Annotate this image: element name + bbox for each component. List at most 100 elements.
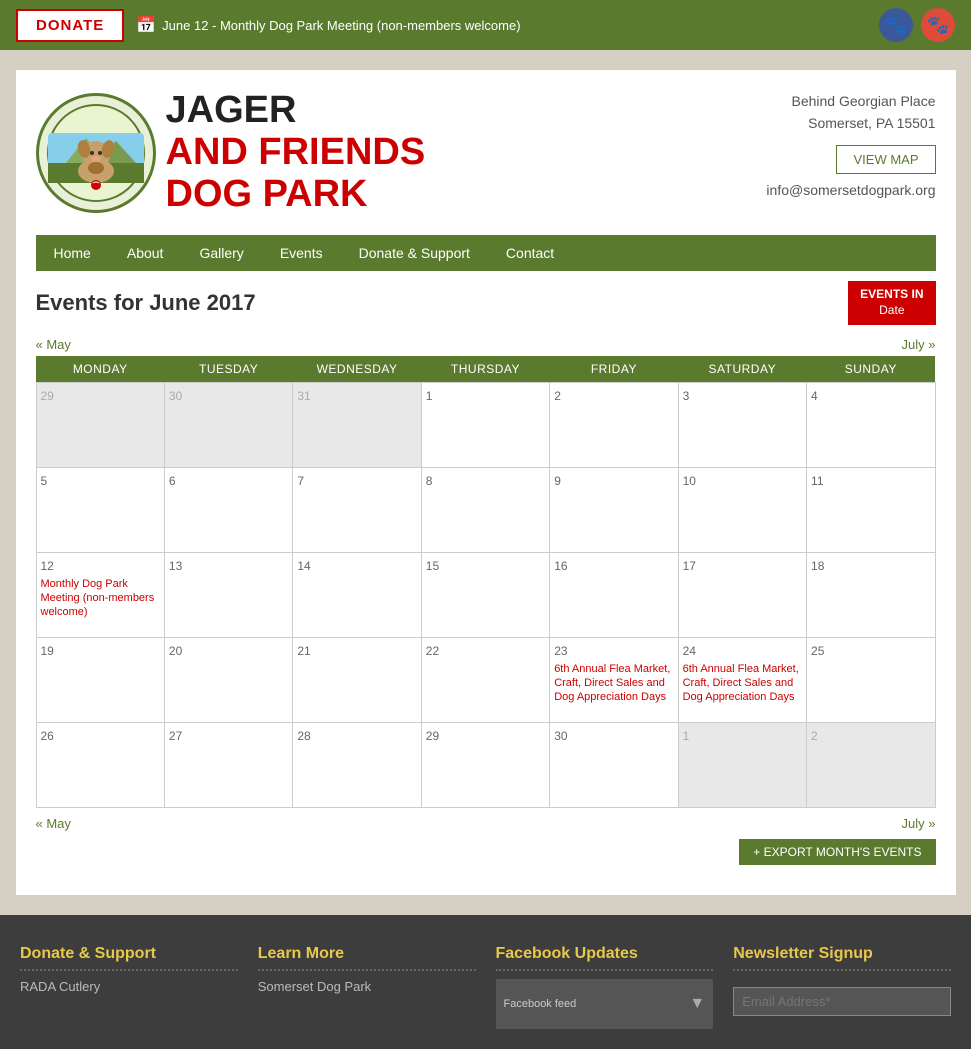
- top-bar: DONATE 📅 June 12 - Monthly Dog Park Meet…: [0, 0, 971, 50]
- calendar-day-cell: 8: [421, 467, 549, 552]
- calendar-day-cell: 25: [807, 637, 935, 722]
- calendar-day-cell: 22: [421, 637, 549, 722]
- address-line2: Somerset, PA 15501: [766, 112, 935, 134]
- calendar-day-cell: 9: [550, 467, 678, 552]
- nav-gallery[interactable]: Gallery: [181, 235, 261, 271]
- calendar-day-cell: 18: [807, 552, 935, 637]
- fb-scroll-icon[interactable]: ▼: [689, 995, 705, 1013]
- day-number: 23: [554, 644, 567, 658]
- logo-circle: [36, 93, 156, 213]
- prev-month-link-bottom[interactable]: « May: [36, 816, 71, 831]
- calendar-day-cell: 24 6th Annual Flea Market, Craft, Direct …: [678, 637, 806, 722]
- day-number: 13: [169, 559, 182, 573]
- nav-donate[interactable]: Donate & Support: [341, 235, 488, 271]
- day-number: 30: [554, 729, 567, 743]
- site-name-and-friends: AND FRIENDS: [166, 132, 426, 174]
- nav-contact[interactable]: Contact: [488, 235, 572, 271]
- day-number: 25: [811, 644, 824, 658]
- facebook-icon[interactable]: 🐾: [879, 8, 913, 42]
- calendar-day-cell: 26: [36, 722, 164, 807]
- footer-facebook-title: Facebook Updates: [496, 945, 714, 971]
- calendar-day-cell: 1: [421, 382, 549, 467]
- calendar-title: Events for June 2017: [36, 290, 256, 316]
- export-button[interactable]: + EXPORT MONTH'S EVENTS: [739, 839, 935, 865]
- calendar-day-cell: 15: [421, 552, 549, 637]
- nav-events[interactable]: Events: [262, 235, 341, 271]
- nav-home[interactable]: Home: [36, 235, 109, 271]
- day-number: 20: [169, 644, 182, 658]
- site-title: JAGER AND FRIENDS DOG PARK: [166, 90, 426, 215]
- site-name-jager: JAGER: [166, 90, 426, 132]
- calendar-day-cell: 11: [807, 467, 935, 552]
- day-number: 5: [41, 474, 48, 488]
- badge-date: Date: [860, 303, 923, 319]
- next-month-link-bottom[interactable]: July »: [902, 816, 936, 831]
- day-number: 14: [297, 559, 310, 573]
- event-text: June 12 - Monthly Dog Park Meeting (non-…: [162, 18, 520, 33]
- footer-facebook: Facebook Updates Facebook feed ▼: [496, 945, 714, 1029]
- calendar-nav: « May July »: [36, 337, 936, 352]
- calendar-week-row: 19202122236th Annual Flea Market, Craft,…: [36, 637, 935, 722]
- day-number: 10: [683, 474, 696, 488]
- calendar-day-cell: 29: [421, 722, 549, 807]
- googleplus-icon[interactable]: 🐾: [921, 8, 955, 42]
- calendar-event-link[interactable]: Monthly Dog Park Meeting (non-members we…: [41, 577, 160, 620]
- calendar-day-cell: 23 6th Annual Flea Market, Craft, Direct …: [550, 637, 678, 722]
- col-saturday: SATURDAY: [678, 356, 806, 383]
- events-in-badge: EVENTS IN Date: [848, 281, 935, 324]
- col-thursday: THURSDAY: [421, 356, 549, 383]
- donate-button[interactable]: DONATE: [16, 9, 124, 42]
- calendar-event-link[interactable]: 6th Annual Flea Market, Craft, Direct Sa…: [683, 662, 802, 705]
- footer-donate-title: Donate & Support: [20, 945, 238, 971]
- day-number: 3: [683, 389, 690, 403]
- calendar-day-cell: 17: [678, 552, 806, 637]
- calendar-day-cell: 5: [36, 467, 164, 552]
- day-number: 11: [811, 474, 823, 488]
- day-number: 17: [683, 559, 696, 573]
- nav-about[interactable]: About: [109, 235, 182, 271]
- day-number: 4: [811, 389, 818, 403]
- calendar-day-cell: 10: [678, 467, 806, 552]
- col-tuesday: TUESDAY: [164, 356, 292, 383]
- day-number: 24: [683, 644, 696, 658]
- calendar-event-link[interactable]: 6th Annual Flea Market, Craft, Direct Sa…: [554, 662, 673, 705]
- calendar-day-cell: 20: [164, 637, 292, 722]
- calendar-day-cell: 14: [293, 552, 421, 637]
- day-number: 1: [426, 389, 433, 403]
- day-number: 2: [554, 389, 561, 403]
- top-bar-social: 🐾 🐾: [879, 8, 955, 42]
- day-number: 16: [554, 559, 567, 573]
- day-number: 29: [41, 389, 54, 403]
- footer-learn: Learn More Somerset Dog Park: [258, 945, 476, 1029]
- calendar-section: Events for June 2017 EVENTS IN Date « Ma…: [36, 271, 936, 874]
- day-number: 9: [554, 474, 561, 488]
- nav-bar: Home About Gallery Events Donate & Suppo…: [36, 235, 936, 271]
- footer-learn-item: Somerset Dog Park: [258, 979, 476, 994]
- calendar-table: MONDAY TUESDAY WEDNESDAY THURSDAY FRIDAY…: [36, 356, 936, 808]
- day-number: 22: [426, 644, 439, 658]
- footer-donate-item: RADA Cutlery: [20, 979, 238, 994]
- next-month-link[interactable]: July »: [902, 337, 936, 352]
- day-number: 26: [41, 729, 54, 743]
- prev-month-link[interactable]: « May: [36, 337, 71, 352]
- day-number: 15: [426, 559, 439, 573]
- day-number: 28: [297, 729, 310, 743]
- export-row: + EXPORT MONTH'S EVENTS: [36, 839, 936, 865]
- email-input[interactable]: [733, 987, 951, 1016]
- calendar-day-cell: 29: [36, 382, 164, 467]
- view-map-button[interactable]: VIEW MAP: [836, 145, 935, 174]
- day-number: 29: [426, 729, 439, 743]
- calendar-day-cell: 1: [678, 722, 806, 807]
- calendar-day-cell: 28: [293, 722, 421, 807]
- day-number: 7: [297, 474, 304, 488]
- badge-events-in: EVENTS IN: [860, 287, 923, 303]
- site-footer: Donate & Support RADA Cutlery Learn More…: [0, 915, 971, 1049]
- calendar-header-row: Events for June 2017 EVENTS IN Date: [36, 281, 936, 324]
- calendar-day-cell: 2: [550, 382, 678, 467]
- calendar-day-cell: 12Monthly Dog Park Meeting (non-members …: [36, 552, 164, 637]
- header-right: Behind Georgian Place Somerset, PA 15501…: [766, 90, 935, 198]
- day-number: 31: [297, 389, 310, 403]
- calendar-day-cell: 19: [36, 637, 164, 722]
- calendar-header-row: MONDAY TUESDAY WEDNESDAY THURSDAY FRIDAY…: [36, 356, 935, 383]
- calendar-day-cell: 7: [293, 467, 421, 552]
